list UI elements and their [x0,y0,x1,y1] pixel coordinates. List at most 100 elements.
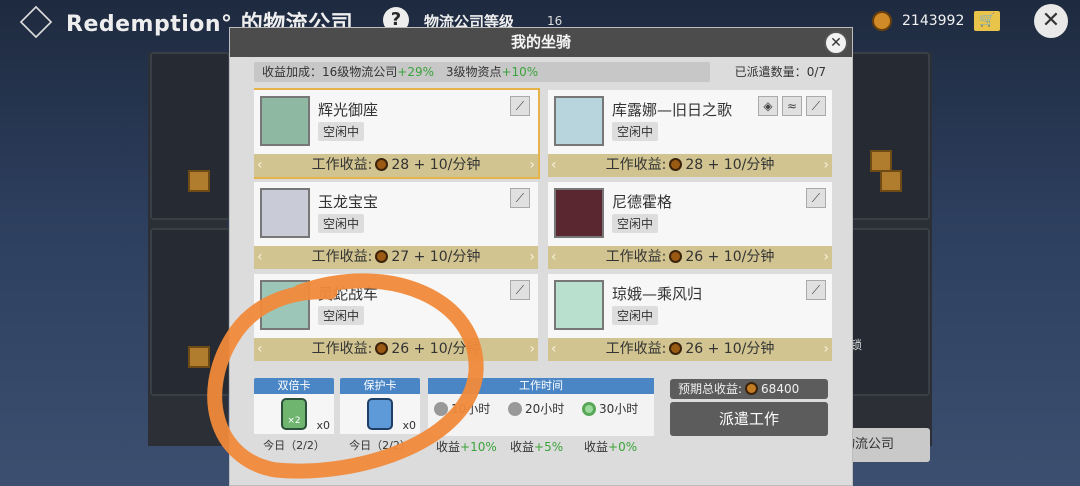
mount-card[interactable]: 库露娜—旧日之歌 空闲中 ◈ ≈ ⟋ ‹ 工作收益: 28 + 10/分钟 › [548,90,832,177]
my-mounts-dialog: 我的坐骑 ✕ 收益加成：16级物流公司+29% 3级物资点+10% 已派遣数量：… [229,27,853,486]
cart-icon[interactable]: 🛒 [974,11,1001,31]
chevron-right-icon: › [823,249,829,265]
expected-label: 预期总收益: [678,382,743,396]
mount-status-badge: 空闲中 [612,214,659,233]
mount-portrait [554,96,604,146]
chevron-right-icon: › [823,157,829,173]
coin-icon [669,342,683,355]
income-label: 工作收益: [605,341,667,357]
work-time-bonus-30h: 收益+0% [584,438,637,455]
bonus-label: 收益 [584,440,609,454]
radio-selected-icon[interactable] [582,402,596,416]
mount-name: 库露娜—旧日之歌 [612,101,733,119]
work-time-option-10h[interactable]: 10小时 [434,400,490,418]
mount-card[interactable]: 辉光御座 空闲中 ⟋ ‹ 工作收益: 28 + 10/分钟 › [254,88,540,179]
wing-icon: ⟋ [510,280,530,300]
mount-card[interactable]: 玉龙宝宝 空闲中 ⟋ ‹ 工作收益: 27 + 10/分钟 › [254,182,538,269]
dialog-close-button[interactable]: ✕ [824,31,848,55]
coin-amount: 2143992 [902,13,965,29]
close-screen-button[interactable]: ✕ [1034,4,1068,38]
work-time-option-label: 30小时 [599,402,639,416]
expected-total-income: 预期总收益: 68400 [670,379,828,399]
income-value: 28 + 10/分钟 [685,157,775,173]
chevron-right-icon: › [529,341,535,357]
work-time-option-30h[interactable]: 30小时 [582,400,638,418]
income-label: 工作收益: [605,249,667,265]
work-time-option-label: 10小时 [451,402,491,416]
dispatch-count-label: 已派遣数量： [734,65,807,79]
mount-name: 尼德霍格 [612,193,673,211]
bonus-value: +5% [534,440,564,454]
shield-icon: ◈ [758,96,778,116]
protect-card-count: x0 [402,419,416,432]
wing-icon: ⟋ [510,188,530,208]
double-card[interactable]: 双倍卡 ×2 x0 今日（2/2） [254,378,334,454]
bonus-label: 收益 [510,440,535,454]
double-card-body: ×2 x0 [254,394,334,434]
dispatch-work-button[interactable]: 派遣工作 [670,402,828,436]
radio-icon[interactable] [508,402,522,416]
mount-income-band: ‹ 工作收益: 27 + 10/分钟 › [254,246,538,269]
wing-icon: ⟋ [806,280,826,300]
coin-icon [745,382,759,395]
bonus-value: +10% [460,440,497,454]
mount-status-badge: 空闲中 [612,306,659,325]
mount-income-band: ‹ 工作收益: 26 + 10/分钟 › [548,246,832,269]
mount-portrait [554,280,604,330]
chevron-right-icon: › [529,157,535,173]
mount-portrait [554,188,604,238]
mount-name: 玉龙宝宝 [318,193,379,211]
work-time-selector: 工作时间 10小时 20小时 30小时 [428,378,654,436]
mount-status-badge: 空闲中 [318,306,365,325]
mount-status-badge: 空闲中 [318,214,365,233]
work-time-option-label: 20小时 [525,402,565,416]
income-bonus-bar: 收益加成：16级物流公司+29% 3级物资点+10% [254,62,710,82]
double-card-daily-limit: 今日（2/2） [263,439,325,452]
mount-list[interactable]: 辉光御座 空闲中 ⟋ ‹ 工作收益: 28 + 10/分钟 › 库露娜—旧日之歌 … [254,88,832,398]
coin-balance: 2143992 🛒 [872,9,1001,33]
background-right-panel-top [850,52,930,220]
chevron-left-icon: ‹ [257,249,263,265]
radio-icon[interactable] [434,402,448,416]
mount-income-band: ‹ 工作收益: 28 + 10/分钟 › [254,154,538,177]
mount-card[interactable]: 尼德霍格 空闲中 ⟋ ‹ 工作收益: 26 + 10/分钟 › [548,182,832,269]
mount-name: 琼娥—乘风归 [612,285,703,303]
chevron-left-icon: ‹ [257,157,263,173]
company-logo-icon [19,5,53,39]
background-crate [880,170,902,192]
coin-icon [669,158,683,171]
mount-income-band: ‹ 工作收益: 26 + 10/分钟 › [254,338,538,361]
company-level-value: 16 [547,14,563,28]
bonus-label: 收益 [436,440,461,454]
bonus-company-pct: +29% [397,65,435,79]
coin-icon [375,158,389,171]
mount-card[interactable]: 琼娥—乘风归 空闲中 ⟋ ‹ 工作收益: 26 + 10/分钟 › [548,274,832,361]
protect-card[interactable]: 保护卡 x0 今日（2/2） [340,378,420,454]
mount-income-band: ‹ 工作收益: 26 + 10/分钟 › [548,338,832,361]
coin-icon [375,342,389,355]
mount-card[interactable]: 灵蛇战车 空闲中 ⟋ ‹ 工作收益: 26 + 10/分钟 › [254,274,538,361]
protect-card-daily-limit: 今日（2/2） [349,439,411,452]
mount-status-badge: 空闲中 [612,122,659,141]
chevron-right-icon: › [529,249,535,265]
coin-icon [872,11,892,31]
expected-value: 68400 [761,382,800,396]
income-label: 工作收益: [311,157,373,173]
chevron-left-icon: ‹ [551,157,557,173]
dispatch-count: 已派遣数量：0/7 [735,62,826,82]
protect-card-body: x0 [340,394,420,434]
work-time-option-20h[interactable]: 20小时 [508,400,564,418]
shield-icon [367,398,393,430]
mount-portrait [260,96,310,146]
work-time-title: 工作时间 [428,378,654,394]
mount-income-band: ‹ 工作收益: 28 + 10/分钟 › [548,154,832,177]
double-card-icon: ×2 [281,398,307,430]
protect-card-title: 保护卡 [340,378,420,394]
background-crate [870,150,892,172]
work-time-bonus-10h: 收益+10% [436,438,497,455]
income-label: 工作收益: [605,157,667,173]
wing-icon: ⟋ [806,96,826,116]
swirl-icon: ≈ [782,96,802,116]
bonus-depot-pct: +10% [501,65,539,79]
income-value: 26 + 10/分钟 [391,341,481,357]
